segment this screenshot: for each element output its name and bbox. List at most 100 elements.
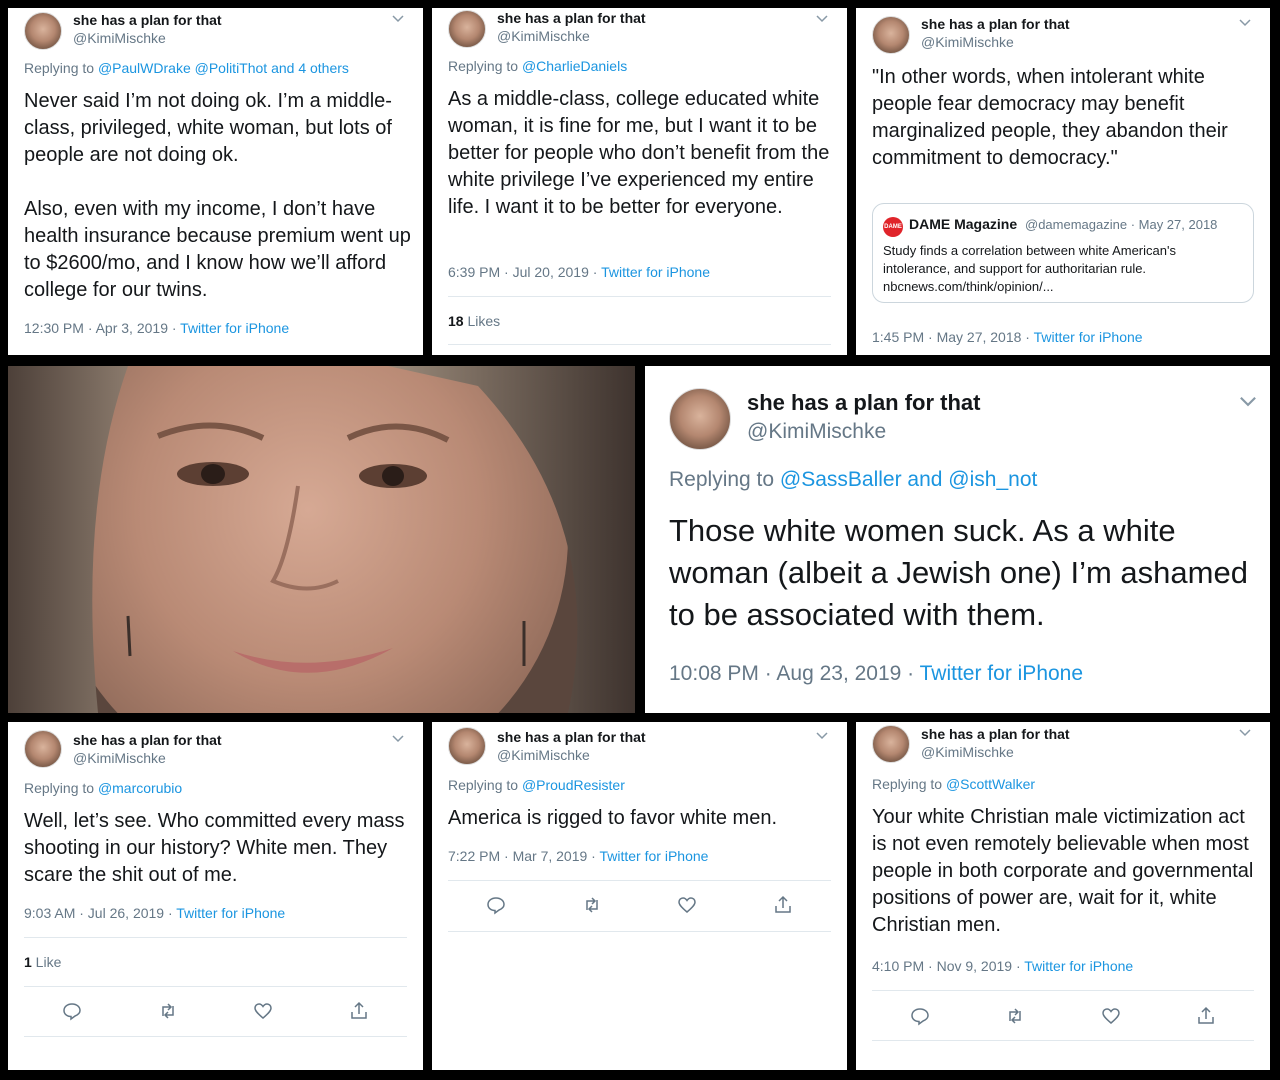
likes-count[interactable]: 18 Likes (448, 313, 500, 329)
avatar[interactable] (24, 12, 62, 50)
tweet-source[interactable]: Twitter for iPhone (180, 320, 289, 336)
replying-to: Replying to @CharlieDaniels (448, 58, 627, 74)
replying-to-label: Replying to (24, 780, 98, 796)
author-name[interactable]: she has a plan for that (73, 732, 222, 748)
author-name[interactable]: she has a plan for that (921, 16, 1070, 32)
chevron-down-icon[interactable] (815, 12, 829, 26)
like-icon[interactable] (677, 895, 697, 915)
tweet-meta: 6:39 PM · Jul 20, 2019 · Twitter for iPh… (448, 264, 710, 280)
reply-icon[interactable] (910, 1006, 930, 1026)
reply-mentions[interactable]: @PaulWDrake @PolitiThot and 4 others (98, 60, 349, 76)
replying-to-label: Replying to (24, 60, 98, 76)
like-icon[interactable] (1101, 1006, 1121, 1026)
reply-mentions[interactable]: @SassBaller and @ish_not (780, 468, 1037, 491)
reply-mentions[interactable]: @ScottWalker (946, 776, 1035, 792)
chevron-down-icon[interactable] (1238, 392, 1258, 412)
tweet-source[interactable]: Twitter for iPhone (601, 264, 710, 280)
chevron-down-icon[interactable] (391, 732, 405, 746)
tweet-source[interactable]: Twitter for iPhone (1024, 958, 1133, 974)
timestamp[interactable]: 7:22 PM · Mar 7, 2019 · (448, 848, 599, 864)
replying-to-label: Replying to (448, 777, 522, 793)
retweet-icon[interactable] (582, 895, 602, 915)
divider (24, 1036, 407, 1037)
tweet-actions (448, 895, 831, 919)
tweet-source[interactable]: Twitter for iPhone (599, 848, 708, 864)
link-card[interactable]: DAME DAME Magazine @damemagazine · May 2… (872, 203, 1254, 303)
replying-to-label: Replying to (669, 468, 780, 491)
card-author-name: DAME Magazine (909, 216, 1018, 232)
timestamp[interactable]: 4:10 PM · Nov 9, 2019 · (872, 958, 1024, 974)
avatar[interactable] (872, 16, 910, 54)
author-name[interactable]: she has a plan for that (921, 726, 1070, 742)
share-icon[interactable] (1196, 1006, 1216, 1026)
tweet-header: she has a plan for that @KimiMischke (432, 8, 847, 56)
author-handle[interactable]: @KimiMischke (921, 744, 1014, 760)
tweet-panel-4-featured: she has a plan for that @KimiMischke Rep… (645, 366, 1270, 713)
replying-to: Replying to @ProudResister (448, 777, 625, 793)
timestamp[interactable]: 1:45 PM · May 27, 2018 · (872, 329, 1034, 345)
tweet-source[interactable]: Twitter for iPhone (920, 662, 1083, 685)
divider (448, 296, 831, 297)
tweet-meta: 9:03 AM · Jul 26, 2019 · Twitter for iPh… (24, 905, 285, 921)
divider (872, 990, 1254, 991)
dame-logo-icon: DAME (883, 217, 903, 237)
card-handle-date: @damemagazine · May 27, 2018 (1025, 217, 1218, 232)
avatar[interactable] (872, 725, 910, 763)
timestamp[interactable]: 9:03 AM · Jul 26, 2019 · (24, 905, 176, 921)
chevron-down-icon[interactable] (1238, 726, 1252, 740)
author-name[interactable]: she has a plan for that (747, 390, 981, 416)
chevron-down-icon[interactable] (1238, 16, 1252, 30)
retweet-icon[interactable] (158, 1001, 178, 1021)
reply-mentions[interactable]: @ProudResister (522, 777, 625, 793)
tweet-text: America is rigged to favor white men. (448, 807, 778, 829)
author-handle[interactable]: @KimiMischke (747, 420, 886, 444)
likes-count[interactable]: 1 Like (24, 954, 61, 970)
chevron-down-icon[interactable] (391, 12, 405, 26)
tweet-header: she has a plan for that @KimiMischke (432, 722, 847, 770)
author-handle[interactable]: @KimiMischke (921, 34, 1014, 50)
replying-to: Replying to @marcorubio (24, 780, 182, 796)
likes-number: 18 (448, 313, 464, 329)
tweet-header: she has a plan for that @KimiMischke (8, 8, 423, 56)
tweet-text: Never said I’m not doing ok. I’m a middl… (24, 90, 392, 166)
avatar[interactable] (448, 10, 486, 48)
author-handle[interactable]: @KimiMischke (497, 747, 590, 763)
likes-number: 1 (24, 954, 32, 970)
tweet-source[interactable]: Twitter for iPhone (176, 905, 285, 921)
author-handle[interactable]: @KimiMischke (73, 30, 166, 46)
tweet-meta: 10:08 PM · Aug 23, 2019 · Twitter for iP… (669, 662, 1083, 686)
share-icon[interactable] (349, 1001, 369, 1021)
timestamp[interactable]: 12:30 PM · Apr 3, 2019 · (24, 320, 180, 336)
divider (448, 344, 831, 345)
tweet-actions (872, 1006, 1254, 1030)
face-photo-image (8, 366, 635, 713)
chevron-down-icon[interactable] (815, 729, 829, 743)
timestamp[interactable]: 10:08 PM · Aug 23, 2019 · (669, 662, 920, 685)
reply-icon[interactable] (486, 895, 506, 915)
tweet-source[interactable]: Twitter for iPhone (1034, 329, 1143, 345)
author-handle[interactable]: @KimiMischke (497, 28, 590, 44)
tweet-meta: 1:45 PM · May 27, 2018 · Twitter for iPh… (872, 329, 1143, 345)
reply-mentions[interactable]: @CharlieDaniels (522, 58, 627, 74)
avatar[interactable] (669, 388, 731, 450)
avatar[interactable] (448, 727, 486, 765)
author-name[interactable]: she has a plan for that (497, 729, 646, 745)
card-text: Study finds a correlation between white … (883, 243, 1176, 294)
tweet-panel-3: she has a plan for that @KimiMischke "In… (856, 8, 1270, 355)
divider (448, 880, 831, 881)
reply-icon[interactable] (62, 1001, 82, 1021)
divider (448, 931, 831, 932)
timestamp[interactable]: 6:39 PM · Jul 20, 2019 · (448, 264, 601, 280)
tweet-actions (24, 1001, 407, 1025)
replying-to-label: Replying to (448, 58, 522, 74)
tweet-text-paragraph-2: Also, even with my income, I don’t have … (24, 198, 411, 301)
author-name[interactable]: she has a plan for that (73, 12, 222, 28)
like-icon[interactable] (253, 1001, 273, 1021)
retweet-icon[interactable] (1005, 1006, 1025, 1026)
author-handle[interactable]: @KimiMischke (73, 750, 166, 766)
author-name[interactable]: she has a plan for that (497, 10, 646, 26)
avatar[interactable] (24, 730, 62, 768)
share-icon[interactable] (773, 895, 793, 915)
reply-mentions[interactable]: @marcorubio (98, 780, 182, 796)
tweet-meta: 7:22 PM · Mar 7, 2019 · Twitter for iPho… (448, 848, 708, 864)
